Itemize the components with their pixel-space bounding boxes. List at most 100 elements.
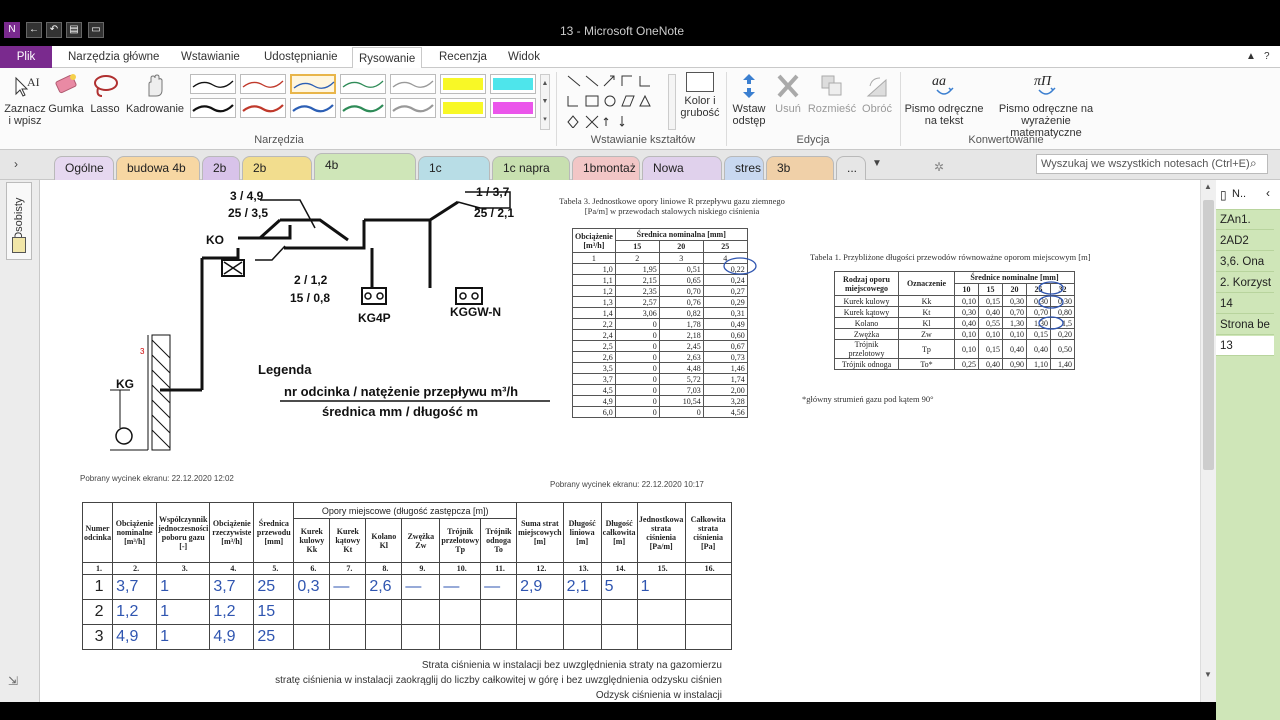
- pen-swatch[interactable]: [490, 98, 536, 118]
- scroll-down-icon[interactable]: ▼: [1204, 670, 1212, 679]
- help-icon[interactable]: ?: [1258, 46, 1276, 68]
- calc-ink-cell[interactable]: 25: [253, 574, 295, 600]
- calc-ink-cell[interactable]: 4,9: [209, 624, 255, 650]
- pen-swatch[interactable]: [290, 74, 336, 94]
- undo-icon[interactable]: ↶: [46, 22, 62, 38]
- calc-ink-cell[interactable]: [329, 624, 367, 650]
- calc-ink-cell[interactable]: 15: [253, 599, 295, 625]
- pen-swatch[interactable]: [390, 98, 436, 118]
- pen-swatch[interactable]: [190, 74, 236, 94]
- calc-ink-cell[interactable]: [293, 599, 331, 625]
- calc-segment-number[interactable]: 3: [81, 624, 114, 650]
- calc-ink-cell[interactable]: [562, 624, 602, 650]
- tab-review[interactable]: Recenzja: [433, 46, 493, 68]
- calc-ink-cell[interactable]: 5: [600, 574, 638, 600]
- shape-gallery[interactable]: [564, 72, 664, 129]
- expand-navigation-icon[interactable]: ›: [14, 157, 18, 171]
- ink-to-text-button[interactable]: aa Pismo odręczne na tekst: [902, 72, 986, 127]
- pen-swatch[interactable]: [340, 74, 386, 94]
- section-tab[interactable]: stres: [724, 156, 764, 180]
- page-item[interactable]: ZAn1.: [1216, 210, 1274, 230]
- page-item[interactable]: 2AD2: [1216, 231, 1274, 251]
- pen-swatch[interactable]: [190, 98, 236, 118]
- calc-ink-cell[interactable]: [439, 624, 482, 650]
- section-overflow-icon[interactable]: ▼: [872, 158, 882, 169]
- calc-ink-cell[interactable]: [401, 599, 441, 625]
- pen-swatch[interactable]: [240, 98, 286, 118]
- calc-ink-cell[interactable]: [516, 624, 564, 650]
- pen-gallery-scroll[interactable]: ▲ ▼ ▾: [540, 74, 550, 130]
- ink-to-math-button[interactable]: πΠ Pismo odręczne na wyrażenie matematyc…: [986, 72, 1106, 139]
- tab-home[interactable]: Narzędzia główne: [62, 46, 165, 68]
- eraser-button[interactable]: Gumka: [46, 72, 86, 115]
- calc-ink-cell[interactable]: 25: [253, 624, 295, 650]
- scroll-up-icon[interactable]: ▲: [1204, 182, 1212, 191]
- dock-icon[interactable]: ▤: [66, 22, 82, 38]
- back-icon[interactable]: ←: [26, 22, 42, 38]
- calc-ink-cell[interactable]: —: [401, 574, 441, 600]
- pen-swatch[interactable]: [490, 74, 536, 94]
- section-tab[interactable]: 2b: [202, 156, 240, 180]
- calc-ink-cell[interactable]: —: [439, 574, 482, 600]
- delete-button[interactable]: Usuń: [770, 72, 806, 115]
- notebook-tab[interactable]: Osobisty: [6, 182, 32, 260]
- calc-ink-cell[interactable]: 1: [636, 574, 686, 600]
- calc-ink-cell[interactable]: 3,7: [112, 574, 158, 600]
- scrollbar-thumb[interactable]: [1203, 200, 1214, 470]
- calc-ink-cell[interactable]: 4,9: [112, 624, 158, 650]
- color-thickness-button[interactable]: Kolor i grubość: [678, 72, 722, 119]
- section-tab[interactable]: Nowa sekcja 4: [642, 156, 722, 197]
- section-tab[interactable]: 4b projektowanie: [314, 153, 416, 194]
- calc-ink-cell[interactable]: [562, 599, 602, 625]
- calc-ink-cell[interactable]: [480, 624, 518, 650]
- tab-view[interactable]: Widok: [502, 46, 546, 68]
- calc-ink-cell[interactable]: 1,2: [209, 599, 255, 625]
- section-tab[interactable]: ...: [836, 156, 866, 180]
- calc-ink-cell[interactable]: [636, 599, 686, 625]
- calc-ink-cell[interactable]: [293, 624, 331, 650]
- pen-swatch[interactable]: [390, 74, 436, 94]
- calc-ink-cell[interactable]: —: [480, 574, 518, 600]
- tab-share[interactable]: Udostępnianie: [258, 46, 344, 68]
- page-item[interactable]: 2. Korzyst: [1216, 273, 1274, 293]
- section-tab[interactable]: 1c Naprawa: [418, 156, 490, 197]
- calc-ink-cell[interactable]: 1: [156, 624, 211, 650]
- calc-ink-cell[interactable]: 2,1: [562, 574, 602, 600]
- new-section-icon[interactable]: ✲: [934, 160, 944, 174]
- calc-ink-cell[interactable]: [480, 599, 518, 625]
- pen-swatch[interactable]: [440, 74, 486, 94]
- tab-file[interactable]: Plik: [0, 46, 52, 68]
- calc-ink-cell[interactable]: 1: [156, 574, 211, 600]
- calc-ink-cell[interactable]: [684, 624, 732, 650]
- page-item[interactable]: 13: [1216, 336, 1274, 356]
- arrange-button[interactable]: Rozmieść: [806, 72, 858, 115]
- collapse-pages-icon[interactable]: ‹: [1266, 186, 1270, 200]
- calc-ink-cell[interactable]: 2,9: [516, 574, 564, 600]
- page-scrollbar[interactable]: ▲ ▼: [1200, 180, 1216, 702]
- calc-ink-cell[interactable]: [439, 599, 482, 625]
- new-page-header[interactable]: ▯ N.. ‹: [1216, 180, 1280, 210]
- shape-gallery-scroll[interactable]: [668, 74, 676, 130]
- tab-draw[interactable]: Rysowanie: [352, 47, 423, 69]
- calc-ink-cell[interactable]: 1,2: [112, 599, 158, 625]
- all-notebooks-icon[interactable]: ⇲: [8, 674, 18, 688]
- calc-ink-cell[interactable]: 0,3: [293, 574, 331, 600]
- page-item[interactable]: Strona be: [1216, 315, 1274, 335]
- page-canvas[interactable]: 3 / 4,9 25 / 3,5 KO 2 / 1,2 15 / 0,8 KG4…: [40, 180, 1200, 702]
- calc-ink-cell[interactable]: [365, 624, 403, 650]
- rotate-button[interactable]: Obróć: [858, 72, 896, 115]
- pen-swatch[interactable]: [290, 98, 336, 118]
- calc-ink-cell[interactable]: [600, 624, 638, 650]
- calc-ink-cell[interactable]: [365, 599, 403, 625]
- section-tab[interactable]: 2b Montaż: [242, 156, 312, 197]
- search-input[interactable]: Wyszukaj we wszystkich notesach (Ctrl+E): [1036, 154, 1268, 174]
- calc-segment-number[interactable]: 2: [81, 599, 114, 625]
- pen-swatch[interactable]: [340, 98, 386, 118]
- calc-ink-cell[interactable]: [329, 599, 367, 625]
- section-tab[interactable]: 3b montaż: [766, 156, 834, 197]
- calc-ink-cell[interactable]: [636, 624, 686, 650]
- calc-ink-cell[interactable]: [600, 599, 638, 625]
- section-tab[interactable]: 1c napra cd: [492, 156, 570, 197]
- calc-ink-cell[interactable]: [684, 574, 732, 600]
- pen-swatch[interactable]: [240, 74, 286, 94]
